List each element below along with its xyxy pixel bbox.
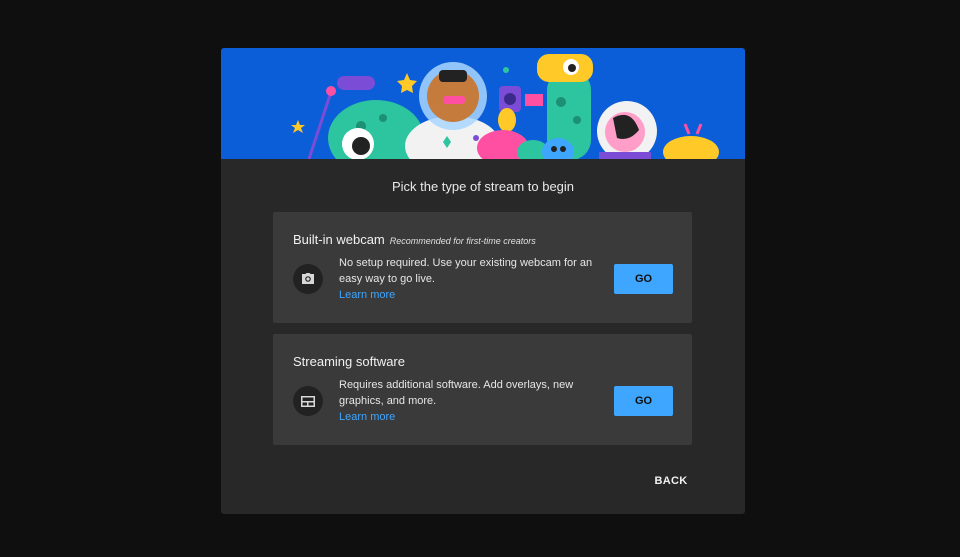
option-card-streaming-software: Streaming software Requires additional s… (273, 334, 692, 445)
camera-icon (293, 264, 323, 294)
learn-more-link[interactable]: Learn more (339, 409, 601, 425)
option-title-text: Built-in webcam (293, 232, 385, 247)
go-button-webcam[interactable]: GO (614, 264, 673, 294)
option-description: No setup required. Use your existing web… (339, 255, 601, 303)
option-subtitle: Recommended for first-time creators (389, 236, 536, 246)
option-title: Built-in webcam Recommended for first-tim… (293, 232, 536, 247)
option-card-webcam: Built-in webcam Recommended for first-tim… (273, 212, 692, 323)
option-description-text: No setup required. Use your existing web… (339, 257, 593, 285)
back-button[interactable]: BACK (646, 471, 696, 491)
option-description-text: Requires additional software. Add overla… (339, 379, 574, 407)
learn-more-link[interactable]: Learn more (339, 287, 601, 303)
option-description: Requires additional software. Add overla… (339, 377, 601, 425)
stream-type-dialog: Pick the type of stream to begin Built-i… (221, 48, 745, 514)
dialog-heading: Pick the type of stream to begin (391, 179, 575, 194)
go-button-streaming-software[interactable]: GO (614, 386, 673, 416)
header-illustration (221, 48, 745, 159)
option-title: Streaming software (293, 354, 405, 369)
option-title-text: Streaming software (293, 354, 405, 369)
layout-icon (293, 386, 323, 416)
illustration-art (291, 54, 719, 159)
